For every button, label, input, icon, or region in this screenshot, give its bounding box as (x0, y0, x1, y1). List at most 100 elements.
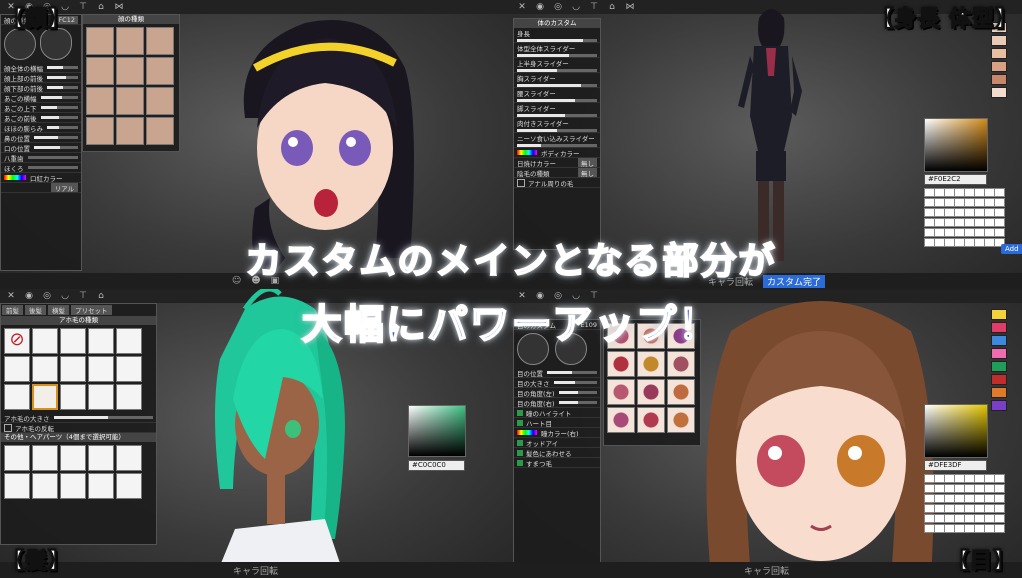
face-slider[interactable] (40, 96, 78, 99)
eye-preset-thumb[interactable] (607, 351, 635, 377)
skirt-icon[interactable]: ⌂ (96, 2, 106, 12)
face-preset-thumb[interactable] (86, 87, 114, 115)
color-picker-sv-eye[interactable] (924, 404, 988, 458)
face-slider[interactable] (27, 156, 78, 159)
pubic-hair-row[interactable]: 陰毛の種類 無し (514, 168, 600, 178)
close-icon[interactable]: ✕ (517, 2, 527, 12)
palette-slot[interactable] (994, 208, 1005, 217)
pupil-color-row[interactable]: 瞳カラー(右) (514, 428, 600, 438)
ahoge-option[interactable] (60, 356, 86, 382)
hair-part-option[interactable] (116, 445, 142, 471)
hair-part-option[interactable] (88, 445, 114, 471)
eye-preset-thumb[interactable] (607, 407, 635, 433)
color-picker-sv-hair[interactable] (408, 405, 466, 457)
eye-preset-thumb[interactable] (607, 379, 635, 405)
anal-hair-checkbox[interactable] (517, 178, 525, 187)
ahoge-flip-checkbox[interactable] (4, 423, 12, 432)
face-slider[interactable] (34, 146, 78, 149)
face-slider[interactable] (40, 116, 78, 119)
face-preset-thumb[interactable] (146, 57, 174, 85)
eye-slider[interactable] (547, 371, 597, 374)
eye-preset-thumb[interactable] (637, 407, 665, 433)
face-preset-thumb[interactable] (86, 27, 114, 55)
face-preset-thumb[interactable] (116, 117, 144, 145)
ahoge-option[interactable] (4, 384, 30, 410)
face-preset-thumb[interactable] (86, 57, 114, 85)
body-color-row[interactable]: ボディカラー (514, 148, 600, 158)
lips-icon[interactable]: ◡ (571, 2, 581, 12)
bow-icon[interactable]: ⋈ (625, 2, 635, 12)
palette-slot[interactable] (994, 188, 1005, 197)
face-slider[interactable] (47, 66, 78, 69)
shirt-icon[interactable]: ⊤ (589, 2, 599, 12)
hair-part-option[interactable] (116, 473, 142, 499)
body-slider[interactable] (517, 84, 597, 87)
face-slider[interactable] (47, 76, 78, 79)
lash-row[interactable]: すまつ毛 (514, 458, 600, 468)
face-preset-thumb[interactable] (146, 117, 174, 145)
ahoge-flip-row[interactable]: アホ毛の反転 (1, 423, 156, 433)
ahoge-option[interactable] (88, 384, 114, 410)
lip-color-row[interactable]: 口紅カラー (1, 173, 81, 183)
hair-part-option[interactable] (60, 473, 86, 499)
eye-slider[interactable] (553, 381, 597, 384)
body-slider[interactable] (517, 69, 597, 72)
bow-icon[interactable]: ⋈ (114, 2, 124, 12)
odd-eye-row[interactable]: オッドアイ (514, 438, 600, 448)
color-hex-field[interactable]: #F0E2C2 (924, 174, 987, 185)
pubic-none-button[interactable]: 無し (578, 168, 597, 177)
face-preset-thumb[interactable] (146, 27, 174, 55)
ahoge-option[interactable] (116, 356, 142, 382)
palette-slot[interactable] (994, 494, 1005, 503)
color-picker-sv[interactable] (924, 118, 988, 172)
face-preset-thumb[interactable] (116, 87, 144, 115)
realistic-button[interactable]: リアル (50, 183, 78, 192)
palette-slot[interactable] (994, 504, 1005, 513)
tan-color-row[interactable]: 日焼けカラー 無し (514, 158, 600, 168)
anal-hair-row[interactable]: アナル周りの毛 (514, 178, 600, 188)
hair-part-option[interactable] (60, 445, 86, 471)
hair-part-option[interactable] (4, 473, 30, 499)
palette-slot[interactable] (994, 524, 1005, 533)
heart-eye-row[interactable]: ハート目 (514, 418, 600, 428)
ahoge-option[interactable] (60, 384, 86, 410)
face-icon[interactable]: ◉ (535, 2, 545, 12)
palette-slot[interactable] (994, 514, 1005, 523)
body-slider[interactable] (517, 99, 597, 102)
tan-none-button[interactable]: 無し (578, 158, 597, 167)
ahoge-option[interactable] (4, 356, 30, 382)
eye-slider[interactable] (558, 401, 597, 404)
color-hex-field-eye[interactable]: #DFE3DF (924, 460, 987, 471)
ahoge-option[interactable] (88, 356, 114, 382)
face-preset-thumb[interactable] (116, 27, 144, 55)
color-hex-field-hair[interactable]: #C0C0C0 (408, 460, 465, 471)
skin-swatches[interactable] (991, 22, 1007, 98)
palette-slot[interactable] (994, 198, 1005, 207)
palette-slot[interactable] (994, 218, 1005, 227)
body-slider[interactable] (517, 114, 597, 117)
eye-preset-thumb[interactable] (637, 379, 665, 405)
body-slider[interactable] (517, 129, 597, 132)
eye-preset-thumb[interactable] (637, 351, 665, 377)
face-preset-thumb[interactable] (116, 57, 144, 85)
face-slider[interactable] (47, 86, 78, 89)
hair-part-option[interactable] (88, 473, 114, 499)
face-slider[interactable] (27, 166, 78, 169)
ahoge-option[interactable] (32, 384, 58, 410)
face-preset-thumb[interactable] (86, 117, 114, 145)
ahoge-option[interactable] (116, 384, 142, 410)
rotate-button-hair[interactable]: キャラ回転 (233, 564, 278, 577)
body-slider[interactable] (517, 39, 597, 42)
eye-icon[interactable]: ◎ (553, 2, 563, 12)
hair-part-option[interactable] (32, 445, 58, 471)
match-hair-row[interactable]: 髪色にあわせる (514, 448, 600, 458)
body-slider[interactable] (517, 144, 597, 147)
color-palette-eye[interactable] (924, 474, 1005, 533)
highlight-row[interactable]: 瞳のハイライト (514, 408, 600, 418)
face-preset-thumb[interactable] (146, 87, 174, 115)
face-slider[interactable] (40, 106, 78, 109)
face-slider[interactable] (34, 136, 78, 139)
hair-part-option[interactable] (4, 445, 30, 471)
skirt-icon[interactable]: ⌂ (607, 2, 617, 12)
shirt-icon[interactable]: ⊤ (78, 2, 88, 12)
